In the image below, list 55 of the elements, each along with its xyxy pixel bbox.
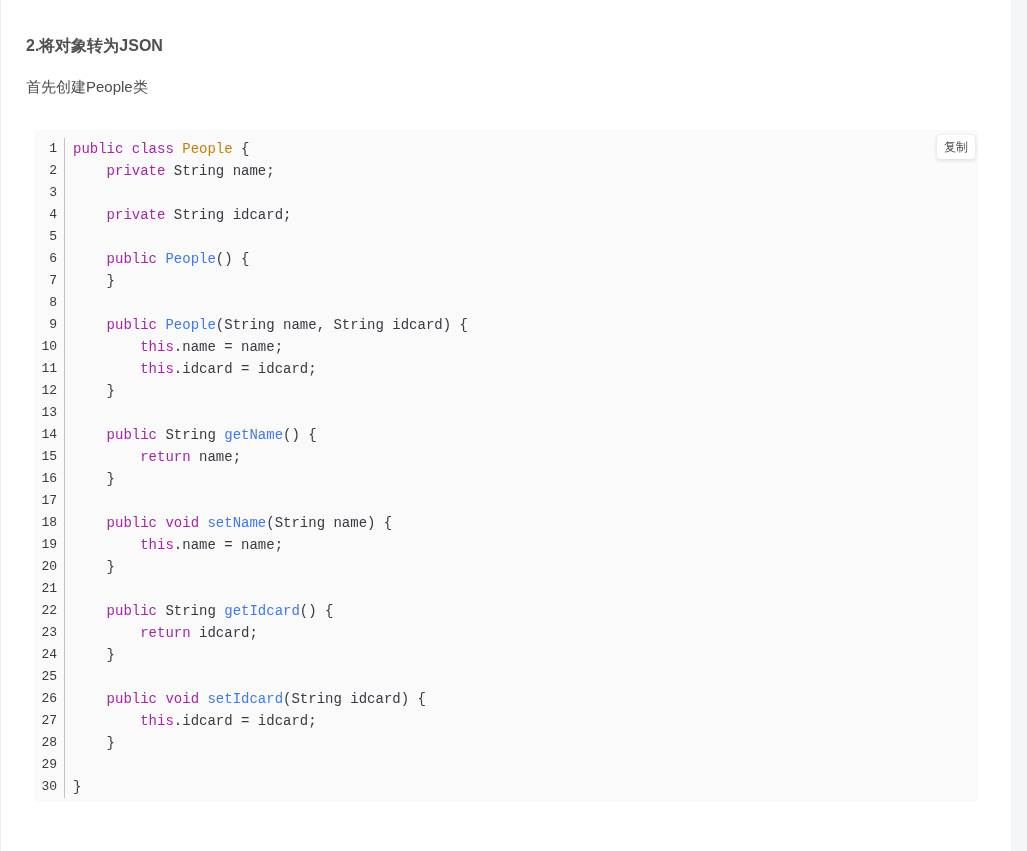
code-line: } (73, 778, 82, 797)
code-line: } (105, 646, 115, 665)
line-number: 27 (41, 712, 57, 730)
code-line: this.idcard = idcard; (139, 712, 317, 731)
code-line: public People(String name, String idcard) { (105, 316, 468, 335)
code-line: this.name = name; (139, 536, 284, 555)
code-line: } (105, 558, 115, 577)
code-line: public People() { (105, 250, 250, 269)
line-number: 19 (41, 536, 57, 554)
line-number: 8 (49, 294, 57, 312)
code-line: public String getIdcard() { (105, 602, 334, 621)
copy-button[interactable]: 复制 (937, 135, 975, 159)
code-line: public void setName(String name) { (105, 514, 393, 533)
line-number: 11 (41, 360, 57, 378)
code-line: } (105, 470, 115, 489)
line-number: 4 (49, 206, 57, 224)
line-number: 12 (41, 382, 57, 400)
line-number: 26 (41, 690, 57, 708)
line-number: 5 (49, 228, 57, 246)
line-number: 3 (49, 184, 57, 202)
line-number: 24 (41, 646, 57, 664)
code-line: } (105, 272, 115, 291)
code-line: this.idcard = idcard; (139, 360, 317, 379)
code-line: } (105, 382, 115, 401)
line-number: 9 (49, 316, 57, 334)
line-number: 2 (49, 162, 57, 180)
line-number: 20 (41, 558, 57, 576)
line-number: 10 (41, 338, 57, 356)
line-number: 28 (41, 734, 57, 752)
code-line: private String idcard; (105, 206, 292, 225)
line-number: 7 (49, 272, 57, 290)
line-number: 21 (41, 580, 57, 598)
code-line: return name; (139, 448, 242, 467)
line-number: 22 (41, 602, 57, 620)
line-number: 6 (49, 250, 57, 268)
line-number: 17 (41, 492, 57, 510)
line-number: 1 (49, 140, 57, 158)
line-number: 13 (41, 404, 57, 422)
line-number: 25 (41, 668, 57, 686)
code-line: private String name; (105, 162, 275, 181)
code-line: this.name = name; (139, 338, 284, 357)
code-line: public void setIdcard(String idcard) { (105, 690, 426, 709)
line-number: 18 (41, 514, 57, 532)
code-line: public class People { (73, 140, 250, 159)
code-line: return idcard; (139, 624, 258, 643)
line-number: 15 (41, 448, 57, 466)
line-number: 16 (41, 470, 57, 488)
line-number: 14 (41, 426, 57, 444)
line-number: 23 (41, 624, 57, 642)
line-number: 29 (41, 756, 57, 774)
paragraph: 首先创建People类 (26, 77, 148, 97)
code-line: } (105, 734, 115, 753)
code-line: public String getName() { (105, 426, 317, 445)
section-heading: 2.将对象转为JSON (26, 36, 163, 56)
line-number: 30 (41, 778, 57, 796)
